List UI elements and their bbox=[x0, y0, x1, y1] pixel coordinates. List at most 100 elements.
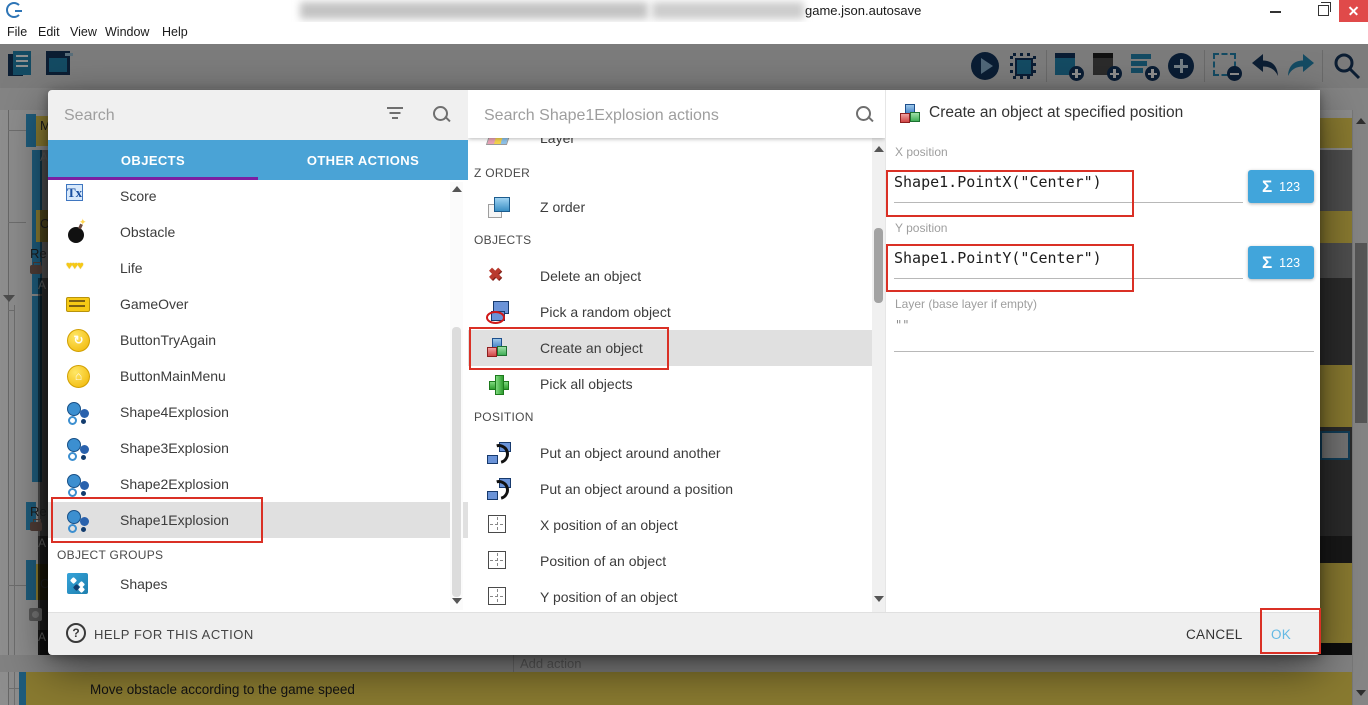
tab-objects[interactable]: OBJECTS bbox=[48, 140, 258, 180]
annotation-box-x-position bbox=[886, 170, 1134, 217]
action-search-input[interactable] bbox=[482, 101, 846, 131]
annotation-box-create-object bbox=[469, 327, 669, 370]
retry-button-icon: ↻ bbox=[66, 328, 90, 352]
list-item[interactable]: ✦ Obstacle bbox=[48, 214, 468, 250]
x-position-label: X position bbox=[895, 145, 948, 159]
delete-object-icon bbox=[486, 264, 510, 288]
position-icon bbox=[486, 513, 510, 537]
object-name: GameOver bbox=[120, 296, 188, 312]
object-name: Shape2Explosion bbox=[120, 476, 229, 492]
scroll-down-icon[interactable] bbox=[874, 596, 884, 602]
tab-objects-label: OBJECTS bbox=[121, 153, 185, 168]
action-name: X position of an object bbox=[540, 517, 678, 533]
expression-builder-button[interactable]: Σ 123 bbox=[1248, 170, 1314, 203]
list-item[interactable]: Put an object around another bbox=[468, 435, 872, 471]
list-item[interactable]: Tx Score bbox=[48, 180, 468, 214]
action-parameters-panel: Create an object at specified position X… bbox=[885, 90, 1320, 612]
layer-label: Layer (base layer if empty) bbox=[895, 297, 1037, 311]
menu-file[interactable]: File bbox=[7, 25, 27, 39]
help-link[interactable]: HELP FOR THIS ACTION bbox=[94, 627, 254, 642]
list-item[interactable]: Y position of an object bbox=[468, 579, 872, 612]
objects-header: OBJECTS bbox=[474, 233, 531, 247]
list-item[interactable]: Delete an object bbox=[468, 258, 872, 294]
search-icon bbox=[856, 106, 871, 121]
action-name: Delete an object bbox=[540, 268, 641, 284]
list-item[interactable]: ↻ ButtonTryAgain bbox=[48, 322, 468, 358]
list-item[interactable]: Position of an object bbox=[468, 543, 872, 579]
pick-random-icon bbox=[486, 300, 510, 324]
action-name: Position of an object bbox=[540, 553, 666, 569]
menu-edit[interactable]: Edit bbox=[38, 25, 60, 39]
tab-other-actions[interactable]: OTHER ACTIONS bbox=[258, 140, 468, 180]
menu-bar: File Edit View Window Help bbox=[0, 22, 1368, 45]
y-position-label: Y position bbox=[895, 221, 947, 235]
cancel-button[interactable]: CANCEL bbox=[1186, 627, 1243, 642]
action-name: Put an object around another bbox=[540, 445, 721, 461]
menu-view[interactable]: View bbox=[70, 25, 97, 39]
position-icon bbox=[486, 549, 510, 573]
window-titlebar: game.json.autosave bbox=[0, 0, 1368, 22]
create-object-icon bbox=[899, 102, 923, 126]
search-icon bbox=[433, 106, 448, 121]
gameover-icon bbox=[66, 292, 90, 316]
object-name: Obstacle bbox=[120, 224, 175, 240]
pick-all-icon bbox=[486, 372, 510, 396]
annotation-box-y-position bbox=[886, 244, 1134, 292]
object-name: ButtonMainMenu bbox=[120, 368, 226, 384]
sigma-icon: Σ bbox=[1262, 253, 1272, 273]
restore-icon[interactable] bbox=[1318, 5, 1329, 16]
filter-icon[interactable] bbox=[386, 107, 404, 121]
object-list: Tx Score ✦ Obstacle Life GameOver ↻ bbox=[48, 180, 468, 612]
sigma-123-label: 123 bbox=[1279, 256, 1300, 270]
object-list-scrollbar[interactable] bbox=[450, 182, 463, 610]
action-name: Pick all objects bbox=[540, 376, 633, 392]
object-name: Score bbox=[120, 188, 157, 204]
home-button-icon: ⌂ bbox=[66, 364, 90, 388]
list-item[interactable]: ⌂ ButtonMainMenu bbox=[48, 358, 468, 394]
list-item[interactable]: Shape3Explosion bbox=[48, 430, 468, 466]
list-item[interactable]: Pick a random object bbox=[468, 294, 872, 330]
list-item[interactable]: Pick all objects bbox=[468, 366, 872, 402]
list-item[interactable]: GameOver bbox=[48, 286, 468, 322]
window-title: game.json.autosave bbox=[805, 3, 921, 18]
redacted-title-text bbox=[300, 2, 648, 19]
sigma-123-label: 123 bbox=[1279, 180, 1300, 194]
scroll-up-icon[interactable] bbox=[452, 186, 462, 192]
menu-help[interactable]: Help bbox=[162, 25, 188, 39]
gdevelop-logo-icon bbox=[6, 2, 22, 18]
close-icon[interactable] bbox=[1339, 0, 1368, 22]
particles-icon bbox=[66, 472, 90, 496]
put-around-icon bbox=[486, 441, 510, 465]
action-name: Pick a random object bbox=[540, 304, 671, 320]
dialog-footer: ? HELP FOR THIS ACTION CANCEL OK bbox=[48, 612, 1320, 655]
position-icon bbox=[486, 585, 510, 609]
scroll-down-icon[interactable] bbox=[452, 598, 462, 604]
help-icon[interactable]: ? bbox=[66, 623, 86, 643]
object-name: Shape4Explosion bbox=[120, 404, 229, 420]
menu-window[interactable]: Window bbox=[105, 25, 149, 39]
redacted-title-text bbox=[652, 2, 804, 19]
gdevelop-window: game.json.autosave File Edit View Window… bbox=[0, 0, 1368, 705]
object-group-icon bbox=[66, 572, 90, 596]
tab-other-actions-label: OTHER ACTIONS bbox=[307, 153, 419, 168]
scrollbar-thumb[interactable] bbox=[452, 327, 461, 597]
hearts-icon bbox=[66, 256, 96, 280]
scroll-up-icon[interactable] bbox=[874, 146, 884, 152]
list-item[interactable]: Shape4Explosion bbox=[48, 394, 468, 430]
action-name: Y position of an object bbox=[540, 589, 678, 605]
list-item[interactable]: Put an object around a position bbox=[468, 471, 872, 507]
list-item[interactable]: Z order bbox=[468, 189, 872, 225]
list-item[interactable]: Shapes bbox=[48, 566, 468, 602]
object-groups-header: OBJECT GROUPS bbox=[57, 548, 163, 562]
action-list-scrollbar[interactable] bbox=[872, 138, 885, 612]
list-item[interactable]: Life bbox=[48, 250, 468, 286]
expression-builder-button[interactable]: Σ 123 bbox=[1248, 246, 1314, 279]
minimize-icon[interactable] bbox=[1270, 11, 1281, 13]
list-item[interactable]: X position of an object bbox=[468, 507, 872, 543]
scrollbar-thumb[interactable] bbox=[874, 228, 883, 303]
layer-value[interactable]: "" bbox=[895, 318, 909, 332]
action-name: Put an object around a position bbox=[540, 481, 733, 497]
text-object-icon: Tx bbox=[66, 184, 90, 208]
selector-tabs: OBJECTS OTHER ACTIONS bbox=[48, 140, 468, 180]
object-search-input[interactable] bbox=[62, 101, 366, 131]
